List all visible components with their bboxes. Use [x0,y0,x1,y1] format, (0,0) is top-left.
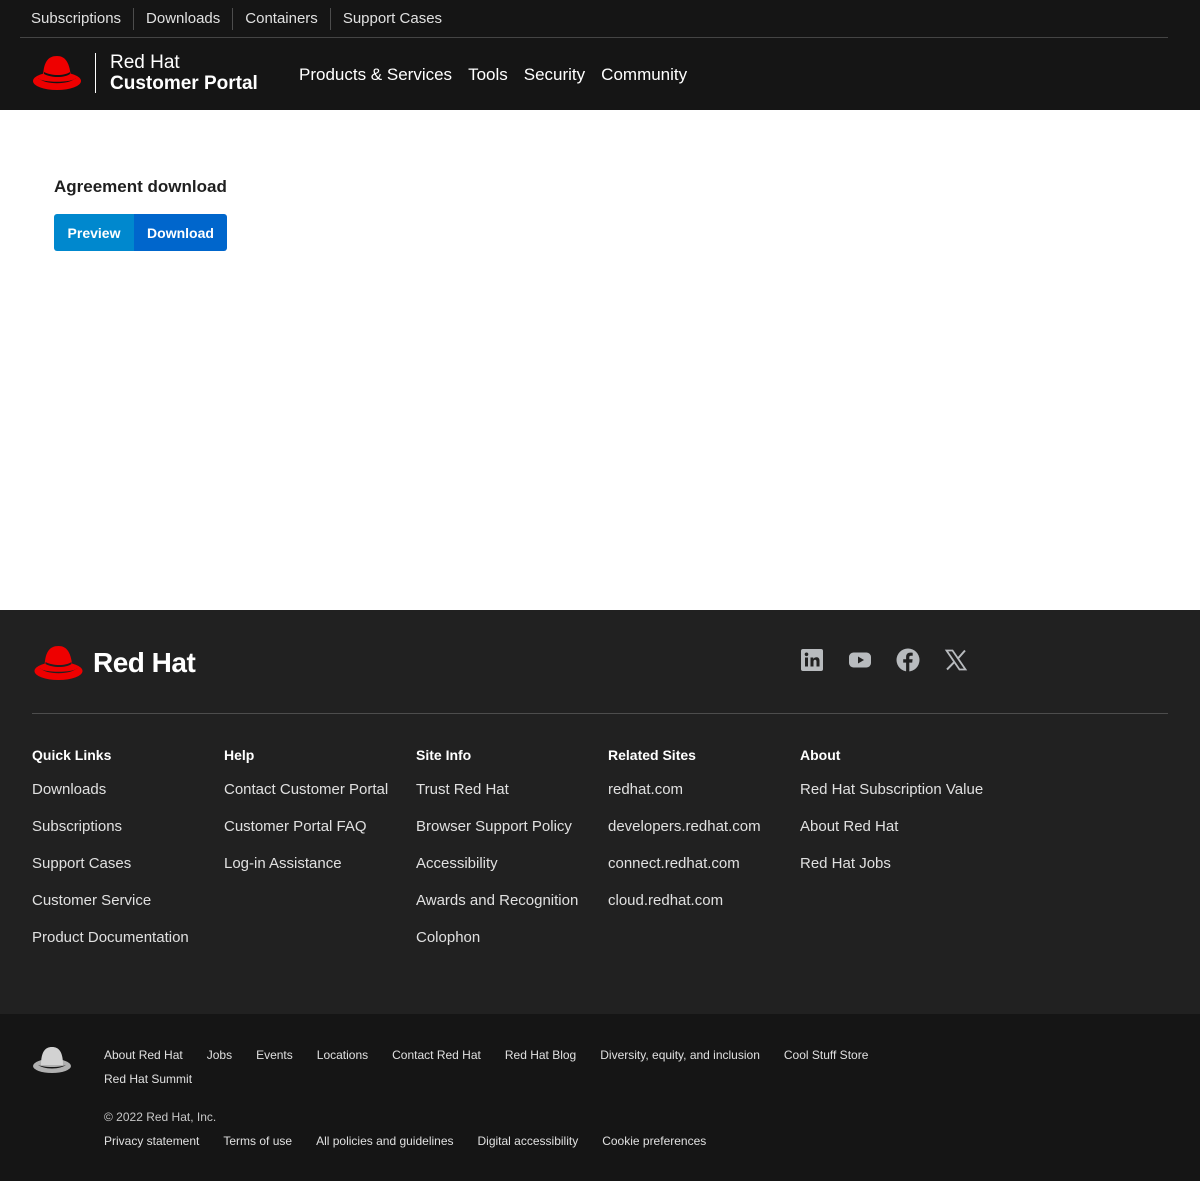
footer-link-customer-portal-faq[interactable]: Customer Portal FAQ [224,816,388,838]
bottom-link-red-hat-blog[interactable]: Red Hat Blog [505,1043,576,1067]
footer-link-support-cases[interactable]: Support Cases [32,853,189,875]
footer-link-subscription-value[interactable]: Red Hat Subscription Value [800,779,983,801]
social-links [800,648,968,672]
util-link-containers[interactable]: Containers [232,7,330,30]
youtube-icon[interactable] [848,648,872,672]
bottom-link-red-hat-summit[interactable]: Red Hat Summit [104,1067,192,1091]
footer-link-developers-redhat-com[interactable]: developers.redhat.com [608,816,761,838]
footer-link-connect-redhat-com[interactable]: connect.redhat.com [608,853,761,875]
legal-link-digital-accessibility[interactable]: Digital accessibility [478,1130,579,1152]
nav-community[interactable]: Community [593,62,695,88]
footer-link-browser-support-policy[interactable]: Browser Support Policy [416,816,578,838]
footer-col-title: Quick Links [32,747,112,763]
legal-links: Privacy statement Terms of use All polic… [104,1130,730,1152]
footer-col-title: About [800,747,841,763]
copyright: © 2022 Red Hat, Inc. [104,1110,217,1124]
site-footer: Red Hat Quick Links Downloads Subscripti… [0,610,1200,1014]
legal-link-cookie-preferences[interactable]: Cookie preferences [602,1130,706,1152]
site-header: Subscriptions Downloads Containers Suppo… [0,0,1200,110]
footer-divider [32,713,1168,714]
footer-link-downloads[interactable]: Downloads [32,779,189,801]
customer-portal-logo[interactable]: Red Hat Customer Portal [32,52,258,94]
footer-link-subscriptions[interactable]: Subscriptions [32,816,189,838]
page-title: Agreement download [54,177,227,196]
util-link-downloads[interactable]: Downloads [133,7,232,30]
nav-security[interactable]: Security [516,62,593,88]
footer-wordmark: Red Hat [93,647,196,678]
nav-tools[interactable]: Tools [460,62,516,88]
bottom-link-contact-red-hat[interactable]: Contact Red Hat [392,1043,481,1067]
bottom-link-locations[interactable]: Locations [317,1043,368,1067]
footer-link-about-red-hat[interactable]: About Red Hat [800,816,983,838]
footer-link-red-hat-jobs[interactable]: Red Hat Jobs [800,853,983,875]
red-hat-logo-icon[interactable] [32,1044,72,1076]
footer-link-contact-customer-portal[interactable]: Contact Customer Portal [224,779,388,801]
footer-link-colophon[interactable]: Colophon [416,927,578,949]
nav-products-services[interactable]: Products & Services [291,62,460,88]
bottom-link-cool-stuff-store[interactable]: Cool Stuff Store [784,1043,869,1067]
bottom-link-jobs[interactable]: Jobs [207,1043,232,1067]
linkedin-icon[interactable] [800,648,824,672]
legal-link-policies[interactable]: All policies and guidelines [316,1130,453,1152]
footer-link-login-assistance[interactable]: Log-in Assistance [224,853,388,875]
footer-link-trust-red-hat[interactable]: Trust Red Hat [416,779,578,801]
red-hat-logo-icon [34,646,83,680]
footer-col-related-sites: Related Sites redhat.com developers.redh… [608,746,761,927]
utility-nav: Subscriptions Downloads Containers Suppo… [20,0,1168,38]
footer-col-title: Related Sites [608,747,696,763]
footer-col-help: Help Contact Customer Portal Customer Po… [224,746,388,890]
footer-link-awards-recognition[interactable]: Awards and Recognition [416,890,578,912]
footer-link-accessibility[interactable]: Accessibility [416,853,578,875]
footer-col-site-info: Site Info Trust Red Hat Browser Support … [416,746,578,964]
bottom-link-diversity[interactable]: Diversity, equity, and inclusion [600,1043,760,1067]
logo-divider [95,53,96,93]
legal-link-terms[interactable]: Terms of use [223,1130,292,1152]
footer-link-product-documentation[interactable]: Product Documentation [32,927,189,949]
legal-link-privacy[interactable]: Privacy statement [104,1130,199,1152]
footer-col-title: Site Info [416,747,472,763]
x-icon[interactable] [944,648,968,672]
bottom-bar: About Red Hat Jobs Events Locations Cont… [0,1014,1200,1181]
footer-link-redhat-com[interactable]: redhat.com [608,779,761,801]
footer-col-title: Help [224,747,255,763]
agreement-button-group: Preview Download [54,214,227,251]
main-content: Agreement download Preview Download [0,110,1200,610]
brand-text: Red Hat Customer Portal [110,52,258,94]
download-button[interactable]: Download [134,214,227,251]
footer-red-hat-logo[interactable]: Red Hat [32,642,196,684]
footer-col-about: About Red Hat Subscription Value About R… [800,746,983,890]
footer-link-customer-service[interactable]: Customer Service [32,890,189,912]
bottom-link-events[interactable]: Events [256,1043,293,1067]
main-nav: Products & Services Tools Security Commu… [291,62,695,88]
bottom-nav-links: About Red Hat Jobs Events Locations Cont… [104,1043,924,1091]
facebook-icon[interactable] [896,648,920,672]
red-hat-logo-icon [33,56,81,90]
preview-button[interactable]: Preview [54,214,134,251]
brand-line-1: Red Hat [110,52,180,73]
util-link-support-cases[interactable]: Support Cases [329,7,454,30]
util-link-subscriptions[interactable]: Subscriptions [20,8,133,30]
bottom-link-about-red-hat[interactable]: About Red Hat [104,1043,183,1067]
footer-link-cloud-redhat-com[interactable]: cloud.redhat.com [608,890,761,912]
footer-col-quick-links: Quick Links Downloads Subscriptions Supp… [32,746,189,964]
brand-line-2: Customer Portal [110,73,258,94]
